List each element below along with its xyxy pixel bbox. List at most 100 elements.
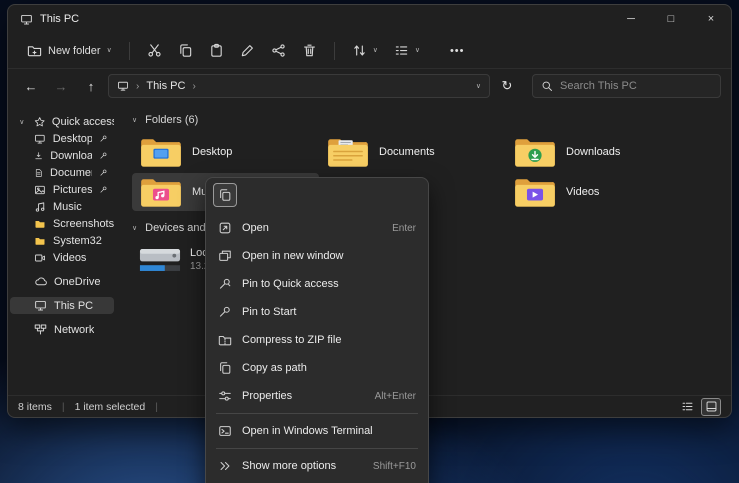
sidebar-item-screenshots[interactable]: Screenshots <box>10 215 114 232</box>
pin-quick-access-icon <box>218 277 232 291</box>
breadcrumb-chevron-icon[interactable]: › <box>192 81 195 92</box>
toolbar-divider <box>129 42 130 60</box>
pin-icon <box>99 134 108 143</box>
sort-icon <box>352 43 367 58</box>
music-folder-icon <box>139 175 183 209</box>
view-toggles <box>677 398 721 416</box>
desktop-folder-icon <box>139 135 183 169</box>
maximize-button[interactable]: □ <box>651 5 691 33</box>
music-icon <box>34 201 46 213</box>
refresh-button[interactable]: ↻ <box>494 73 520 99</box>
cut-button[interactable] <box>140 37 169 64</box>
chevron-down-icon[interactable]: ∨ <box>132 117 137 124</box>
close-button[interactable]: × <box>691 5 731 33</box>
properties-icon <box>218 389 232 403</box>
open-icon <box>218 221 232 235</box>
menu-item-properties[interactable]: Properties Alt+Enter <box>210 382 424 410</box>
pin-icon <box>99 168 108 177</box>
desktop-icon <box>34 133 46 145</box>
thumbnail-view-button[interactable] <box>701 398 721 416</box>
view-icon <box>394 43 409 58</box>
sidebar-item-quick-access[interactable]: ∨ Quick access <box>10 113 114 130</box>
folders-section-header[interactable]: ∨ Folders (6) <box>132 111 731 129</box>
new-folder-button[interactable]: New folder ∨ <box>20 37 119 64</box>
minimize-button[interactable]: ─ <box>611 5 651 33</box>
paste-icon <box>209 43 224 58</box>
folder-tile-documents[interactable]: Documents <box>319 133 506 171</box>
details-view-button[interactable] <box>677 398 697 416</box>
sidebar-item-music[interactable]: Music <box>10 198 114 215</box>
address-bar[interactable]: › This PC › ∨ <box>108 74 490 98</box>
chevron-down-icon[interactable]: ∨ <box>132 225 137 232</box>
sidebar-item-videos[interactable]: Videos <box>10 249 114 266</box>
back-button[interactable]: ← <box>18 73 44 99</box>
menu-separator <box>216 413 418 414</box>
rename-icon <box>240 43 255 58</box>
sidebar-item-pictures[interactable]: Pictures <box>10 181 114 198</box>
location-pc-icon <box>117 80 129 92</box>
address-dropdown-icon[interactable]: ∨ <box>476 83 481 90</box>
show-more-options-icon <box>218 459 232 473</box>
navigation-bar: ← → ↑ › This PC › ∨ ↻ <box>8 69 731 103</box>
menu-item-open[interactable]: Open Enter <box>210 214 424 242</box>
share-icon <box>271 43 286 58</box>
menu-item-pin-start[interactable]: Pin to Start <box>210 298 424 326</box>
menu-item-open-windows-terminal[interactable]: Open in Windows Terminal <box>210 417 424 445</box>
item-count: 8 items <box>18 401 52 413</box>
sidebar-item-system32[interactable]: System32 <box>10 232 114 249</box>
local-disk-icon <box>139 244 181 275</box>
folder-icon <box>34 218 46 230</box>
sidebar-item-network[interactable]: Network <box>10 321 114 338</box>
documents-icon <box>34 167 43 179</box>
forward-button[interactable]: → <box>48 73 74 99</box>
copy-icon-button[interactable] <box>213 183 237 207</box>
copy-button[interactable] <box>171 37 200 64</box>
title-bar: This PC ─ □ × <box>8 5 731 33</box>
view-button[interactable]: ∨ <box>387 37 427 64</box>
menu-item-open-new-window[interactable]: Open in new window <box>210 242 424 270</box>
videos-icon <box>34 252 46 264</box>
sort-button[interactable]: ∨ <box>345 37 385 64</box>
context-menu: Open Enter Open in new window Pin to Qui… <box>205 177 429 483</box>
folder-tile-desktop[interactable]: Desktop <box>132 133 319 171</box>
copy-path-icon <box>218 361 232 375</box>
copy-icon <box>218 188 232 202</box>
details-view-icon <box>681 400 694 413</box>
new-window-icon <box>218 249 232 263</box>
terminal-icon <box>218 424 232 438</box>
share-button[interactable] <box>264 37 293 64</box>
sidebar-item-this-pc[interactable]: This PC <box>10 297 114 314</box>
delete-button[interactable] <box>295 37 324 64</box>
sidebar-item-documents[interactable]: Documents <box>10 164 114 181</box>
documents-folder-icon <box>326 135 370 169</box>
this-pc-icon <box>34 299 47 312</box>
folder-icon <box>34 235 46 247</box>
folder-tile-videos[interactable]: Videos <box>506 173 693 211</box>
search-input[interactable] <box>560 80 712 92</box>
chevron-down-icon[interactable]: ∨ <box>17 118 27 126</box>
see-more-button[interactable]: ••• <box>443 39 472 63</box>
menu-item-copy-as-path[interactable]: Copy as path <box>210 354 424 382</box>
menu-item-pin-quick-access[interactable]: Pin to Quick access <box>210 270 424 298</box>
sidebar-item-desktop[interactable]: Desktop <box>10 130 114 147</box>
chevron-down-icon: ∨ <box>373 47 378 54</box>
rename-button[interactable] <box>233 37 262 64</box>
toolbar-divider <box>334 42 335 60</box>
context-menu-quick-actions <box>206 178 428 212</box>
search-box <box>532 74 721 98</box>
breadcrumb-location[interactable]: This PC <box>146 80 185 92</box>
downloads-folder-icon <box>513 135 557 169</box>
delete-icon <box>302 43 317 58</box>
sidebar-item-onedrive[interactable]: OneDrive <box>10 273 114 290</box>
thumbnail-view-icon <box>705 400 718 413</box>
sidebar-item-downloads[interactable]: Downloads <box>10 147 114 164</box>
paste-button[interactable] <box>202 37 231 64</box>
context-menu-items: Open Enter Open in new window Pin to Qui… <box>206 212 428 482</box>
up-button[interactable]: ↑ <box>78 73 104 99</box>
menu-item-show-more-options[interactable]: Show more options Shift+F10 <box>210 452 424 480</box>
menu-item-compress-zip[interactable]: Compress to ZIP file <box>210 326 424 354</box>
pictures-icon <box>34 184 46 196</box>
this-pc-icon <box>20 13 33 26</box>
folder-tile-downloads[interactable]: Downloads <box>506 133 693 171</box>
window-title: This PC <box>40 13 79 25</box>
